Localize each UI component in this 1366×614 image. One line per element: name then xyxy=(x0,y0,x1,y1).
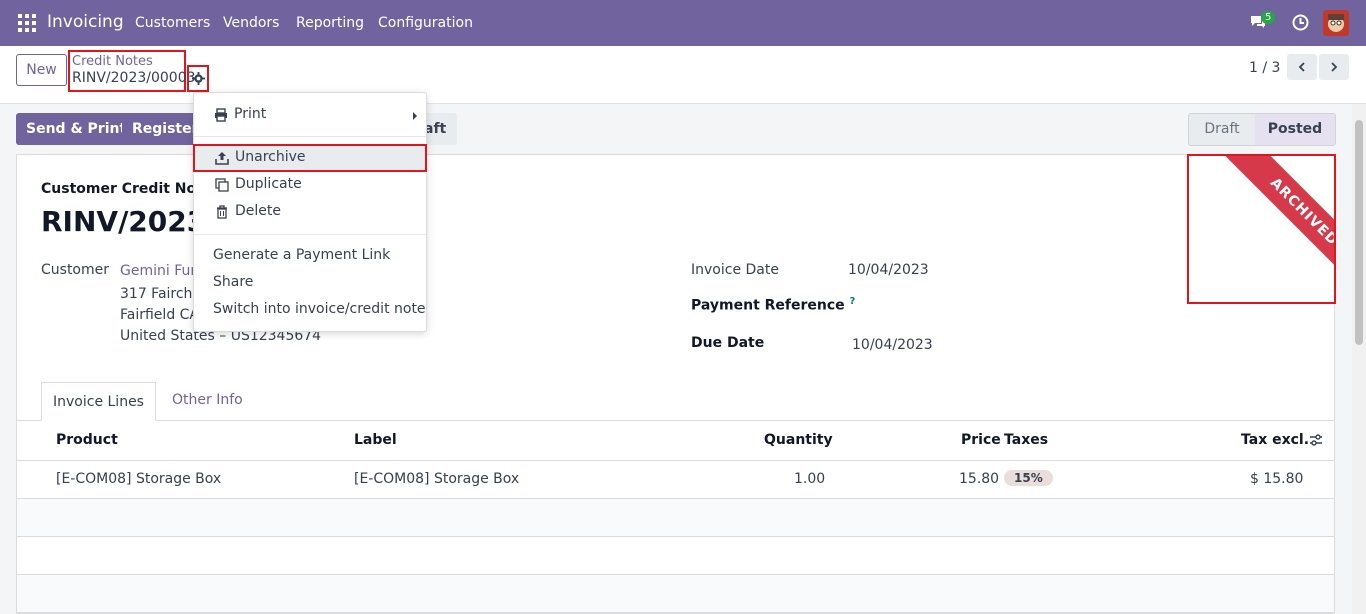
dropdown-item-duplicate[interactable]: Duplicate xyxy=(193,171,427,198)
chevron-left-icon xyxy=(1298,62,1305,72)
row-divider xyxy=(17,612,1334,613)
row-quantity[interactable]: 1.00 xyxy=(794,471,825,487)
new-button[interactable]: New xyxy=(16,54,67,86)
tab-invoice-lines[interactable]: Invoice Lines xyxy=(41,382,156,421)
optional-columns-icon[interactable] xyxy=(1309,433,1323,447)
row-tax-excl: $ 15.80 xyxy=(1250,471,1304,487)
dropdown-item-duplicate-label: Duplicate xyxy=(235,176,302,192)
archived-ribbon: ARCHIVED xyxy=(1225,156,1334,291)
column-header-price[interactable]: Price xyxy=(961,432,1001,448)
invoice-date-label: Invoice Date xyxy=(691,262,779,278)
customer-label: Customer xyxy=(41,262,110,278)
customer-address-line1: 317 Fairchil xyxy=(120,286,201,302)
dropdown-item-switch-type[interactable]: Switch into invoice/credit note xyxy=(193,296,427,323)
breadcrumb-parent-link[interactable]: Credit Notes xyxy=(72,54,153,69)
empty-row xyxy=(17,499,1334,537)
payment-reference-label-text: Payment Reference xyxy=(691,297,845,314)
app-name[interactable]: Invoicing xyxy=(47,12,124,32)
menu-customers[interactable]: Customers xyxy=(135,15,210,31)
chevron-right-icon xyxy=(1331,62,1338,72)
column-header-tax-excl[interactable]: Tax excl. xyxy=(1241,432,1309,448)
dropdown-item-unarchive-label: Unarchive xyxy=(235,149,306,165)
menu-configuration[interactable]: Configuration xyxy=(378,15,473,31)
status-posted[interactable]: Posted xyxy=(1255,114,1335,145)
header-divider xyxy=(17,460,1334,461)
due-date-value[interactable]: 10/04/2023 xyxy=(852,337,933,353)
column-header-taxes[interactable]: Taxes xyxy=(1004,432,1048,448)
archived-ribbon-box: ARCHIVED xyxy=(1187,154,1336,304)
page-scrollbar[interactable] xyxy=(1352,104,1366,614)
row-product[interactable]: [E-COM08] Storage Box xyxy=(56,471,221,487)
dropdown-item-share[interactable]: Share xyxy=(193,269,427,296)
dropdown-item-delete[interactable]: Delete xyxy=(193,198,427,225)
send-print-button[interactable]: Send & Print xyxy=(16,113,137,145)
chat-count-badge: 5 xyxy=(1261,11,1276,24)
print-icon xyxy=(215,108,227,122)
apps-menu-icon[interactable] xyxy=(18,14,36,32)
help-tooltip-icon[interactable]: ? xyxy=(850,296,856,307)
customer-address-line2: Fairfield CA xyxy=(120,307,200,323)
row-tax-badge[interactable]: 15% xyxy=(1004,470,1053,486)
activity-clock-icon[interactable] xyxy=(1292,14,1309,31)
customer-link[interactable]: Gemini Furr xyxy=(120,263,202,279)
empty-row xyxy=(17,575,1334,613)
action-gear-button[interactable] xyxy=(187,65,209,92)
submenu-caret-icon xyxy=(413,112,417,120)
register-payment-button[interactable]: Register xyxy=(122,113,202,145)
payment-reference-label: Payment Reference ? xyxy=(691,296,855,314)
dropdown-divider xyxy=(194,234,426,235)
tab-other-info[interactable]: Other Info xyxy=(172,392,243,408)
column-header-label[interactable]: Label xyxy=(354,432,397,448)
column-header-product[interactable]: Product xyxy=(56,432,118,448)
user-avatar[interactable] xyxy=(1323,10,1349,36)
column-header-quantity[interactable]: Quantity xyxy=(764,432,833,448)
breadcrumb-current: RINV/2023/00003 xyxy=(72,70,196,86)
empty-row xyxy=(17,537,1334,575)
menu-reporting[interactable]: Reporting xyxy=(296,15,364,31)
tab-divider xyxy=(17,420,1334,421)
dropdown-item-unarchive[interactable]: Unarchive xyxy=(193,144,427,172)
pager-previous-button[interactable] xyxy=(1287,54,1317,80)
dropdown-item-delete-label: Delete xyxy=(235,203,281,219)
dropdown-item-payment-link[interactable]: Generate a Payment Link xyxy=(193,242,427,269)
duplicate-icon xyxy=(215,178,229,192)
trash-icon xyxy=(217,205,227,219)
invoice-date-value[interactable]: 10/04/2023 xyxy=(848,262,929,278)
dropdown-divider xyxy=(194,136,426,137)
row-price[interactable]: 15.80 xyxy=(959,471,999,487)
status-draft[interactable]: Draft xyxy=(1189,114,1255,145)
unarchive-icon xyxy=(215,152,229,165)
document-type-label: Customer Credit Note xyxy=(41,181,213,197)
pager-next-button[interactable] xyxy=(1319,54,1349,80)
row-label[interactable]: [E-COM08] Storage Box xyxy=(354,471,519,487)
dropdown-item-print-label: Print xyxy=(234,106,267,122)
gear-icon xyxy=(191,72,205,85)
document-title: RINV/2023/ xyxy=(41,205,217,238)
due-date-label: Due Date xyxy=(691,335,765,351)
top-navbar: Invoicing Customers Vendors Reporting Co… xyxy=(0,0,1366,46)
scrollbar-thumb[interactable] xyxy=(1355,120,1363,345)
pager-value: 1 / 3 xyxy=(1249,60,1281,76)
status-bar: Draft Posted xyxy=(1188,113,1336,146)
menu-vendors[interactable]: Vendors xyxy=(223,15,279,31)
dropdown-item-print[interactable]: Print xyxy=(194,101,426,128)
